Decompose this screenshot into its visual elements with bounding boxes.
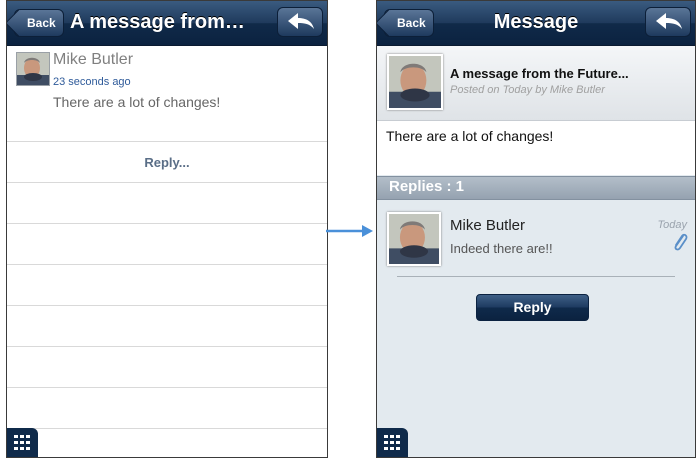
divider	[7, 387, 327, 388]
back-button-label: Back	[27, 16, 56, 30]
message-body: There are a lot of changes!	[377, 121, 695, 175]
reply-arrow-button[interactable]	[277, 7, 323, 37]
replies-label: Replies : 1	[389, 178, 465, 195]
right-screen: Back Message A message from the Future..…	[376, 0, 696, 458]
reply-text: Indeed there are!!	[450, 241, 553, 256]
left-screen: Back A message from… Mike Butler 23 seco…	[6, 0, 328, 458]
grid-menu-icon	[384, 435, 400, 450]
reply-arrow-button[interactable]	[645, 7, 691, 37]
reply-avatar	[387, 212, 441, 266]
divider	[7, 428, 327, 429]
divider	[397, 276, 675, 277]
divider	[7, 182, 327, 183]
reply-author: Mike Butler	[450, 217, 526, 234]
message-text: There are a lot of changes!	[386, 128, 554, 144]
navbar: Back A message from…	[7, 1, 327, 46]
author-name: Mike Butler	[53, 51, 134, 68]
grid-menu-icon	[14, 435, 30, 450]
reply-arrow-icon	[656, 13, 682, 29]
divider	[7, 305, 327, 306]
grid-menu-button[interactable]	[7, 428, 38, 457]
posted-info: Posted on Today by Mike Butler	[450, 84, 605, 96]
avatar	[387, 54, 443, 110]
timestamp: 23 seconds ago	[53, 76, 131, 88]
grid-menu-button[interactable]	[377, 428, 408, 457]
divider	[7, 346, 327, 347]
divider	[7, 264, 327, 265]
reply-button[interactable]: Reply	[476, 294, 589, 321]
flow-arrow-icon	[326, 225, 373, 237]
back-button[interactable]: Back	[14, 9, 64, 37]
message-text: There are a lot of changes!	[53, 94, 221, 110]
replies-header: Replies : 1	[377, 176, 695, 200]
nav-title: A message from…	[70, 11, 245, 33]
message-title: A message from the Future...	[450, 66, 629, 81]
reply-link[interactable]: Reply...	[7, 155, 327, 170]
divider	[7, 223, 327, 224]
reply-arrow-icon	[288, 13, 314, 29]
paperclip-icon[interactable]	[671, 232, 689, 254]
divider	[7, 141, 327, 142]
avatar	[16, 52, 50, 86]
reply-date: Today	[657, 219, 687, 231]
navbar: Back Message	[377, 1, 695, 46]
